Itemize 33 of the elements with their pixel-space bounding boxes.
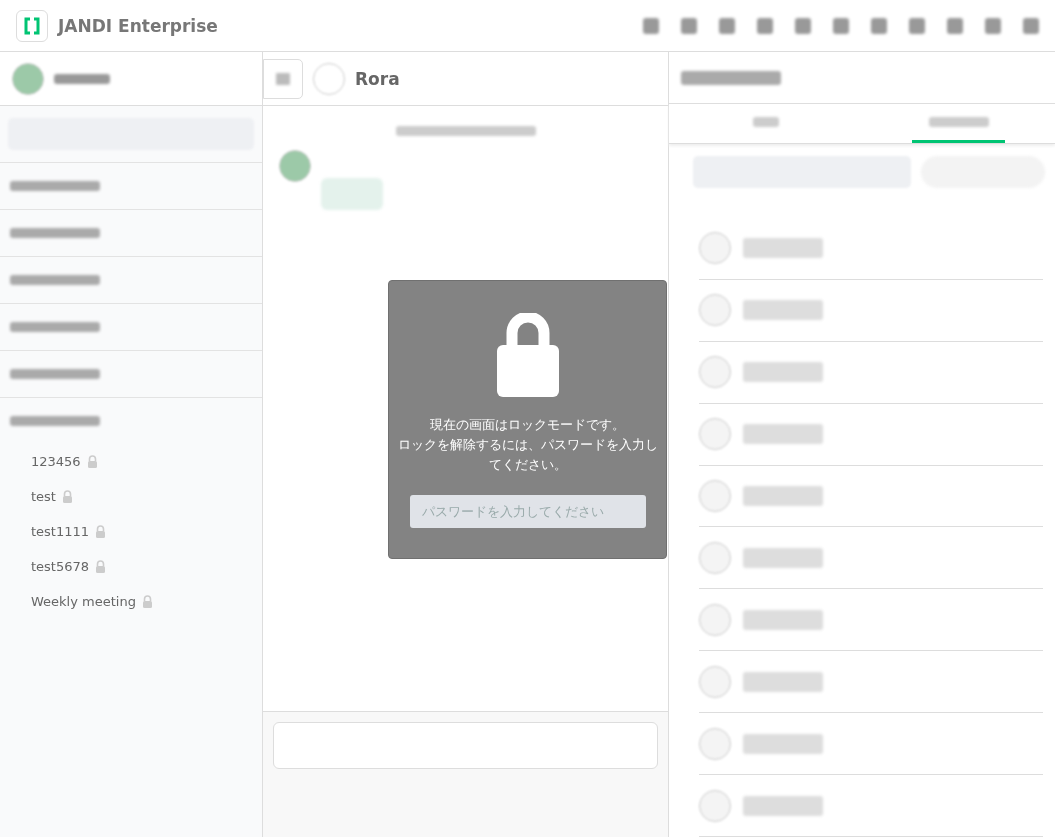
toolbar-icon[interactable] (719, 17, 735, 34)
workspace-name[interactable]: JANDI Enterprise (58, 15, 218, 36)
toolbar-icon[interactable] (643, 17, 659, 34)
toolbar-icon[interactable] (985, 17, 1001, 34)
blurred-text (54, 73, 110, 84)
chat-title: Rora (355, 68, 400, 89)
toolbar-icon[interactable] (795, 17, 811, 34)
app-logo[interactable] (16, 9, 48, 42)
logo-icon (24, 16, 40, 35)
toolbar-icon[interactable] (681, 17, 697, 34)
message-field[interactable] (273, 722, 658, 769)
toolbar-icon[interactable] (909, 17, 925, 34)
topic-name: test1111 (31, 524, 90, 539)
topic-item[interactable]: Weekly meeting (0, 584, 262, 619)
user-avatar[interactable] (12, 62, 44, 95)
topic-item[interactable]: test (0, 479, 262, 514)
lock-icon (496, 313, 559, 397)
topic-name: Weekly meeting (31, 594, 136, 609)
topic-name: 123456 (31, 454, 81, 469)
topic-name: test5678 (31, 559, 90, 574)
topic-item[interactable]: test5678 (0, 549, 262, 584)
message-bubble (321, 178, 383, 210)
toolbar-icon[interactable] (757, 17, 773, 34)
sender-avatar (279, 150, 311, 182)
toolbar-icon[interactable] (947, 17, 963, 34)
topic-item[interactable]: test1111 (0, 514, 262, 549)
toolbar-icon[interactable] (833, 17, 849, 34)
topic-name: test (31, 489, 56, 504)
toolbar-icon[interactable] (1023, 17, 1039, 34)
layout-button[interactable] (263, 58, 303, 99)
toolbar-icon[interactable] (871, 17, 887, 34)
lock-message: 現在の画面はロックモードです。 ロックを解除するには、パスワードを入力してください。 (397, 416, 658, 474)
topic-item[interactable]: 123456 (0, 444, 262, 479)
